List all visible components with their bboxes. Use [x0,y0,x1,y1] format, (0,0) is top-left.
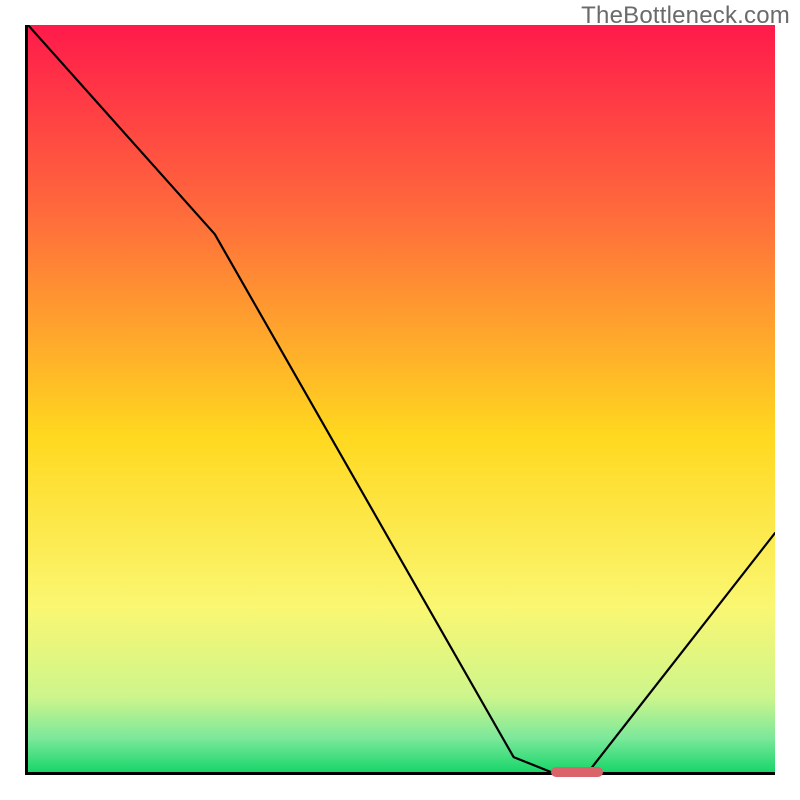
bottleneck-curve [28,25,775,772]
optimal-marker [551,767,603,777]
watermark-label: TheBottleneck.com [581,2,790,30]
plot-area [25,25,775,775]
bottleneck-chart: TheBottleneck.com [0,0,800,800]
